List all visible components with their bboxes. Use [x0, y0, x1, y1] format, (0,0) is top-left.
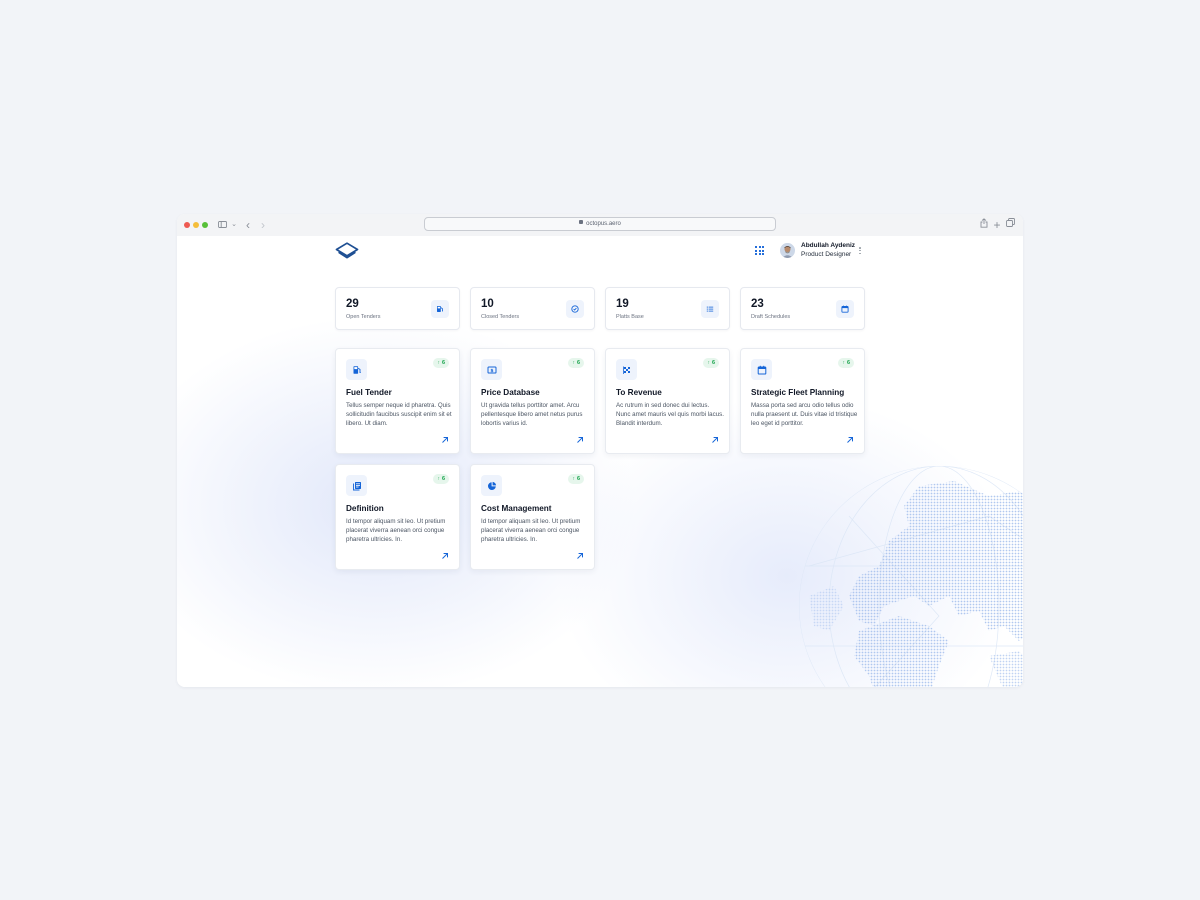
arrow-up-icon: ↑ [842, 360, 845, 366]
stat-value: 19 [616, 298, 629, 310]
forward-button[interactable]: › [258, 218, 268, 232]
module-title: Cost Management [481, 504, 552, 513]
stat-card-platts-base[interactable]: 19 Platts Base [605, 287, 730, 330]
browser-toolbar: ⌄ ‹ › octopus.aero + [177, 214, 1023, 236]
count-badge: ↑ 6 [433, 474, 449, 484]
arrow-up-right-icon[interactable] [846, 436, 854, 444]
pie-chart-icon [481, 475, 502, 496]
arrow-up-right-icon[interactable] [576, 436, 584, 444]
chevron-down-icon[interactable]: ⌄ [230, 218, 238, 232]
arrow-up-right-icon[interactable] [441, 552, 449, 560]
stat-value: 10 [481, 298, 494, 310]
count-badge: ↑ 6 [703, 358, 719, 368]
lock-icon [579, 220, 584, 225]
stat-label: Draft Schedules [751, 314, 791, 320]
calendar-icon [836, 300, 854, 318]
user-name: Abdullah Aydeniz [801, 242, 856, 249]
minimize-window-button[interactable] [193, 222, 199, 228]
arrow-up-right-icon[interactable] [711, 436, 719, 444]
share-icon[interactable] [980, 218, 988, 232]
module-title: Fuel Tender [346, 388, 392, 397]
close-window-button[interactable] [184, 222, 190, 228]
address-bar-url: octopus.aero [586, 221, 621, 227]
stat-label: Platts Base [616, 314, 644, 320]
count-badge: ↑ 6 [568, 474, 584, 484]
tab-overview-icon[interactable] [1006, 218, 1015, 232]
module-description: Massa porta sed arcu odio tellus odio nu… [751, 402, 858, 427]
browser-window: ⌄ ‹ › octopus.aero + Abdullah Aydeniz Pr… [177, 214, 1023, 687]
count-badge: ↑ 6 [433, 358, 449, 368]
module-card-fuel-tender[interactable]: ↑ 6 Fuel Tender Tellus semper neque id ph… [335, 348, 460, 454]
count-badge: ↑ 6 [838, 358, 854, 368]
arrow-up-icon: ↑ [437, 360, 440, 366]
app-content: Abdullah Aydeniz Product Designer 29 Ope… [177, 236, 1023, 687]
svg-text:$: $ [490, 368, 493, 374]
module-card-definition[interactable]: ↑ 6 Definition Id tempor aliquam sit leo.… [335, 464, 460, 570]
module-card-cost-management[interactable]: ↑ 6 Cost Management Id tempor aliquam sit… [470, 464, 595, 570]
module-description: Ac rutrum in sed donec dui lectus. Nunc … [616, 402, 724, 427]
back-button[interactable]: ‹ [243, 218, 253, 232]
arrow-up-right-icon[interactable] [441, 436, 449, 444]
documents-icon [346, 475, 367, 496]
apps-grid-icon[interactable] [755, 246, 764, 255]
stat-label: Open Tenders [346, 314, 381, 320]
stat-card-draft-schedules[interactable]: 23 Draft Schedules [740, 287, 865, 330]
sidebar-toggle-icon[interactable] [217, 218, 227, 232]
arrow-up-icon: ↑ [437, 476, 440, 482]
module-title: Strategic Fleet Planning [751, 388, 845, 397]
check-circle-icon [566, 300, 584, 318]
stat-label: Closed Tenders [481, 314, 520, 320]
module-description: Tellus semper neque id pharetra. Quis so… [346, 402, 452, 427]
arrow-up-icon: ↑ [572, 476, 575, 482]
maximize-window-button[interactable] [202, 222, 208, 228]
list-icon [701, 300, 719, 318]
arrow-up-icon: ↑ [572, 360, 575, 366]
module-description: Ut gravida tellus porttitor amet. Arcu p… [481, 402, 583, 427]
checkered-flag-icon [616, 359, 637, 380]
module-description: Id tempor aliquam sit leo. Ut pretium pl… [346, 518, 446, 543]
module-card-strategic-fleet-planning[interactable]: ↑ 6 Strategic Fleet Planning Massa porta … [740, 348, 865, 454]
app-logo[interactable] [335, 242, 359, 260]
stat-card-closed-tenders[interactable]: 10 Closed Tenders [470, 287, 595, 330]
dollar-icon: $ [481, 359, 502, 380]
arrow-up-right-icon[interactable] [576, 552, 584, 560]
module-title: Price Database [481, 388, 540, 397]
module-card-to-revenue[interactable]: ↑ 6 To Revenue Ac rutrum in sed donec dui… [605, 348, 730, 454]
new-tab-icon[interactable]: + [992, 218, 1002, 232]
module-title: Definition [346, 504, 384, 513]
stat-value: 29 [346, 298, 359, 310]
calendar-icon [751, 359, 772, 380]
count-badge: ↑ 6 [568, 358, 584, 368]
stat-card-open-tenders[interactable]: 29 Open Tenders [335, 287, 460, 330]
stat-value: 23 [751, 298, 764, 310]
fuel-pump-icon [346, 359, 367, 380]
fuel-pump-icon [431, 300, 449, 318]
more-options-icon[interactable] [859, 247, 861, 255]
globe-illustration [799, 466, 1023, 687]
module-title: To Revenue [616, 388, 662, 397]
module-description: Id tempor aliquam sit leo. Ut pretium pl… [481, 518, 581, 543]
avatar[interactable] [780, 243, 795, 258]
user-role: Product Designer [801, 251, 852, 258]
arrow-up-icon: ↑ [707, 360, 710, 366]
address-bar[interactable]: octopus.aero [424, 217, 776, 231]
module-card-price-database[interactable]: $ ↑ 6 Price Database Ut gravida tellus po… [470, 348, 595, 454]
